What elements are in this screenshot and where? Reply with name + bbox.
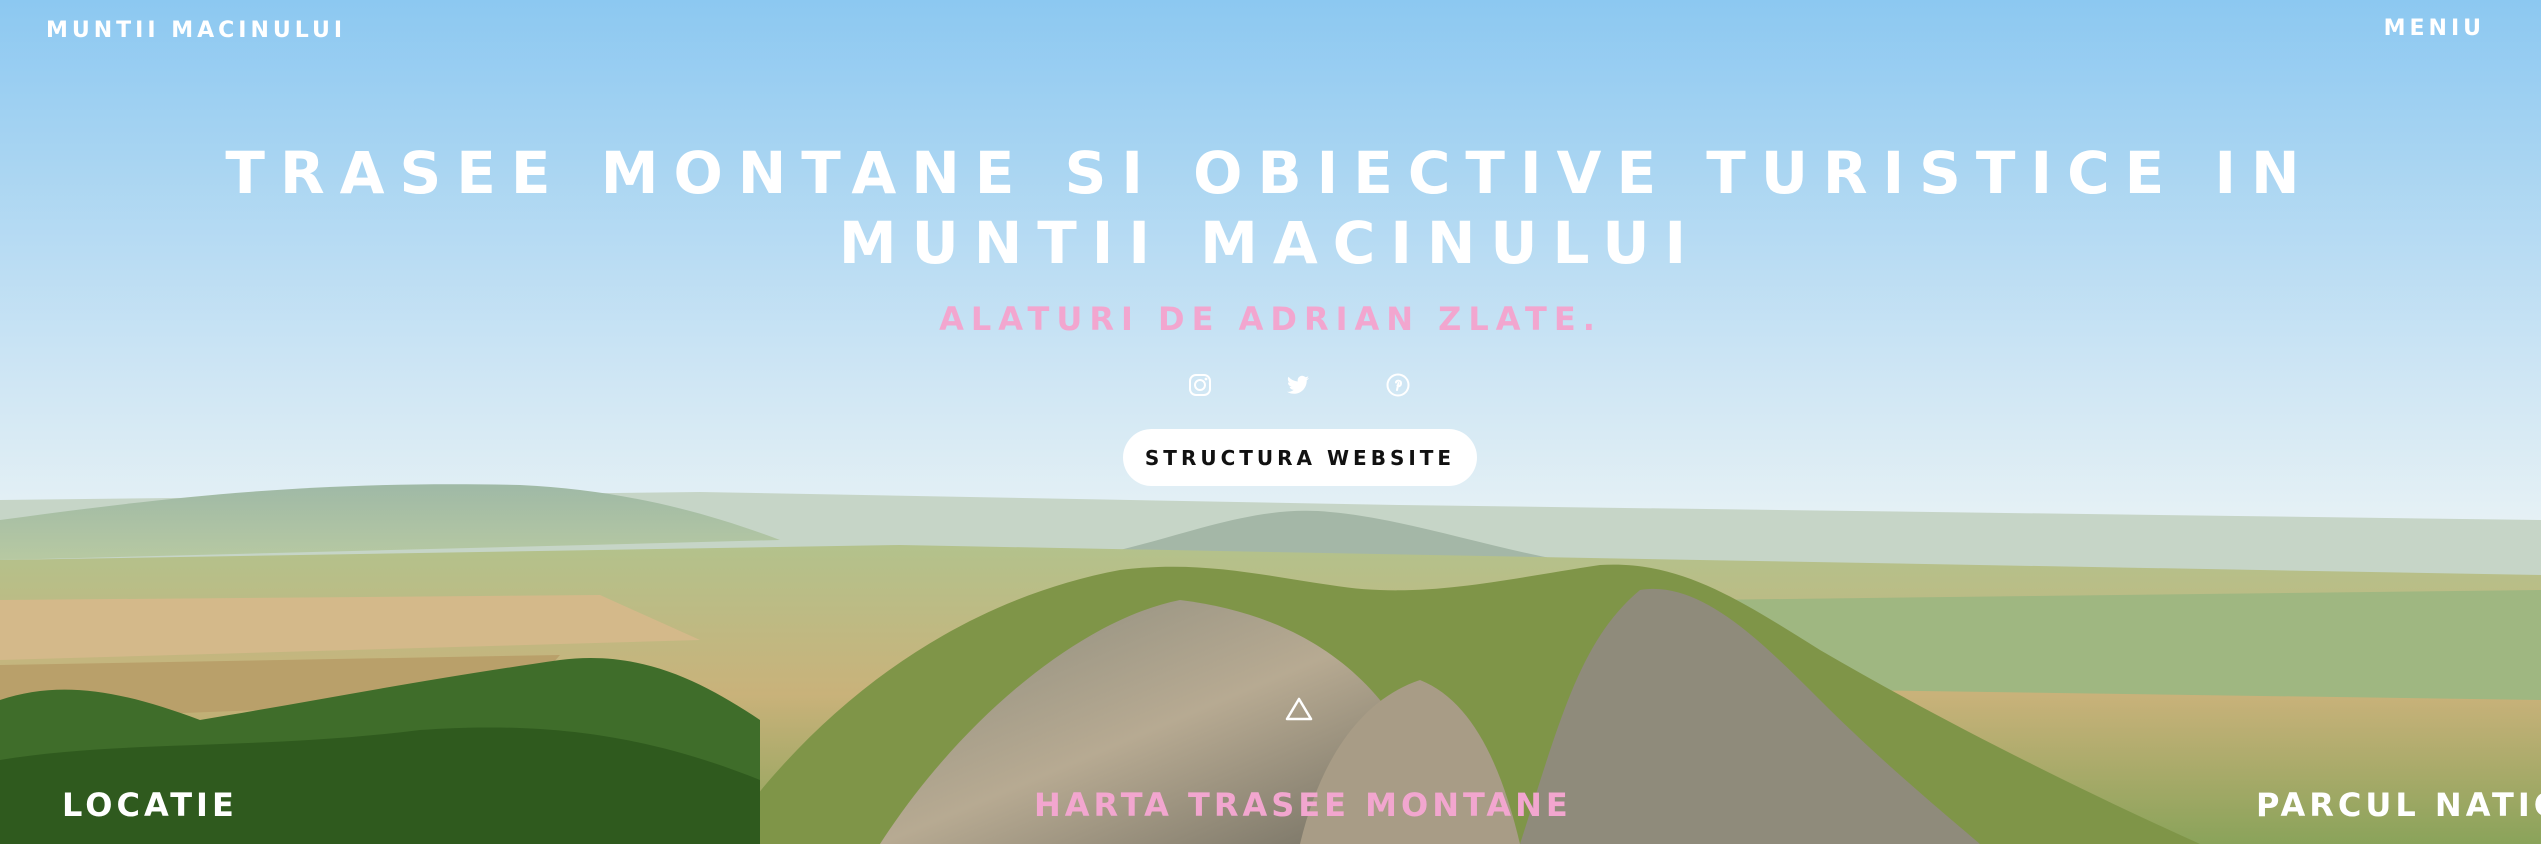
nav-link-harta-trasee[interactable]: HARTA TRASEE MONTANE xyxy=(1034,786,1572,824)
arrow-up-icon[interactable] xyxy=(1284,696,1314,722)
nav-link-locatie[interactable]: LOCATIE xyxy=(62,786,238,824)
page-title: TRASEE MONTANE SI OBIECTIVE TURISTICE IN… xyxy=(225,139,2315,277)
twitter-icon[interactable] xyxy=(1285,372,1311,398)
page-subtitle: ALATURI DE ADRIAN ZLATE. xyxy=(939,300,1602,338)
site-brand-logo[interactable]: MUNTII MACINULUI xyxy=(46,18,346,43)
hero-section: MUNTII MACINULUI MENIU TRASEE MONTANE SI… xyxy=(0,0,2541,844)
website-structure-button[interactable]: STRUCTURA WEBSITE xyxy=(1123,429,1477,486)
instagram-icon[interactable] xyxy=(1187,372,1213,398)
mountain-background-image xyxy=(0,0,2541,844)
pinterest-icon[interactable] xyxy=(1385,372,1411,398)
menu-button[interactable]: MENIU xyxy=(2384,16,2485,41)
social-links xyxy=(1180,372,1420,402)
nav-link-parcul-national[interactable]: PARCUL NATIC xyxy=(2256,786,2541,824)
